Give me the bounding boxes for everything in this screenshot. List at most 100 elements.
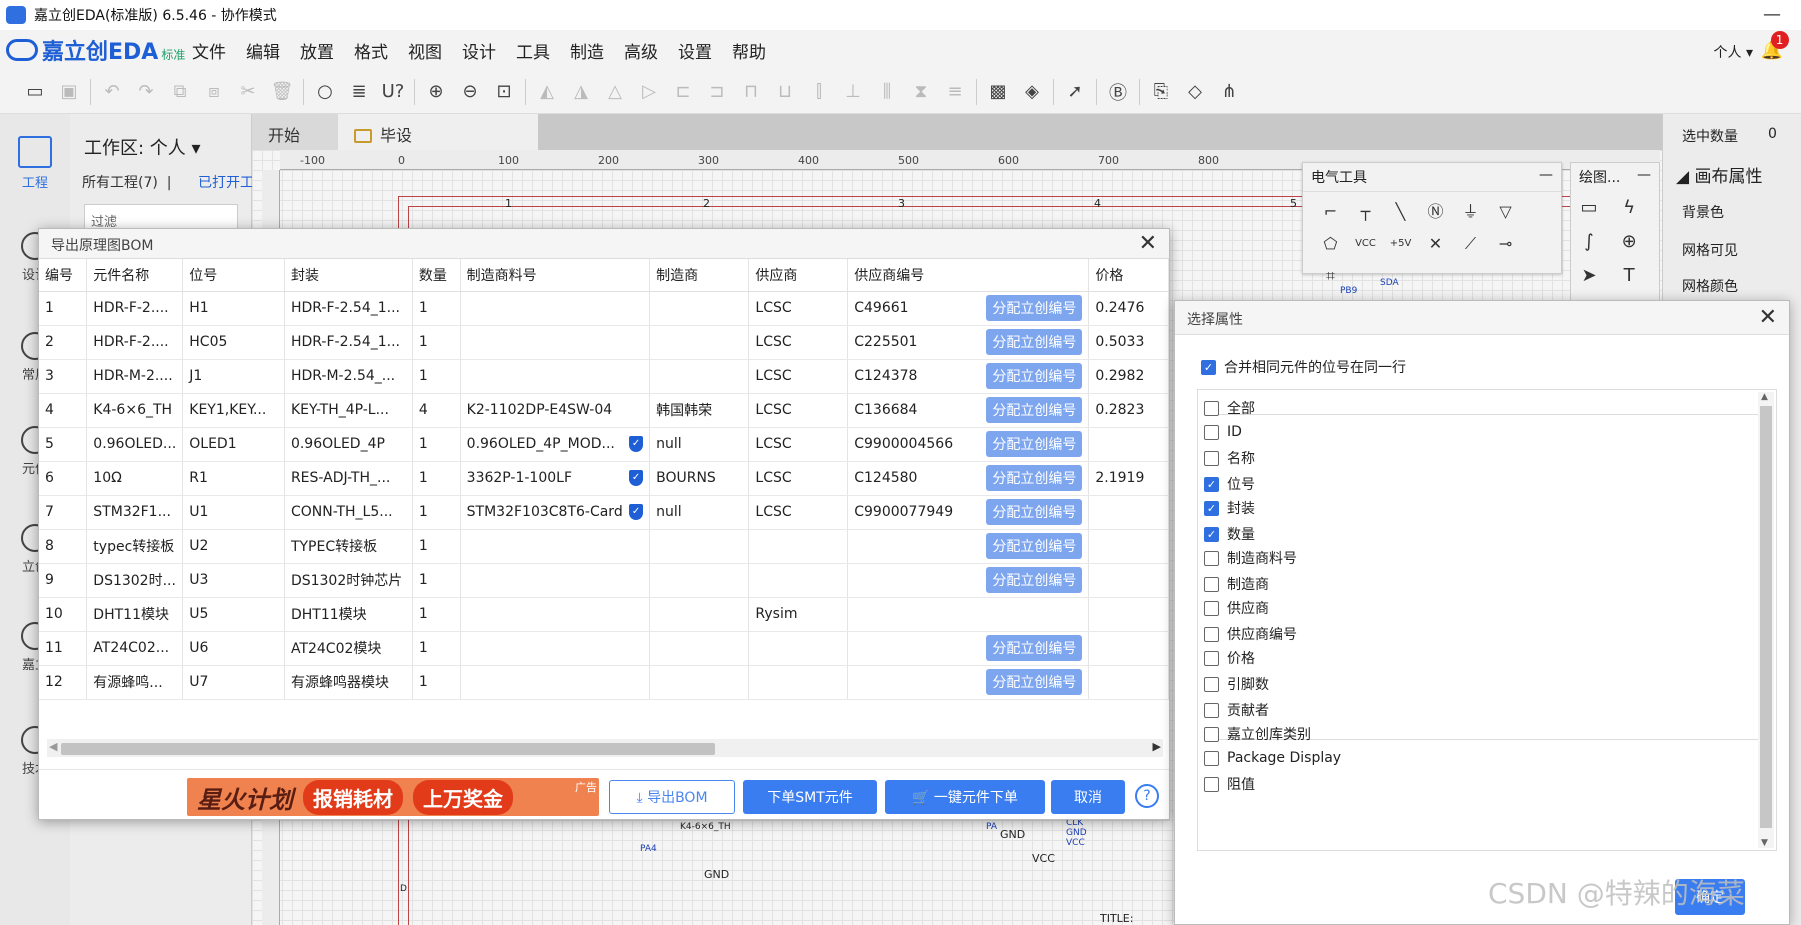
table-row[interactable]: 8 typec转接板 U2 TYPEC转接板 1 分配立创编号 [39, 529, 1169, 564]
checkbox[interactable] [1204, 424, 1219, 440]
all-projects-link[interactable]: 所有工程(7) | [82, 172, 171, 192]
save-icon[interactable]: ▣ [52, 77, 86, 107]
netport-icon[interactable]: ⬠ [1313, 228, 1348, 260]
collapse-icon[interactable]: — [1539, 167, 1553, 183]
col-header-name[interactable]: 元件名称 [86, 259, 184, 292]
property-item[interactable]: 全部 [1204, 398, 1255, 418]
scroll-up-icon[interactable]: ▲ [1761, 392, 1768, 402]
checkbox[interactable] [1204, 702, 1219, 718]
redo-icon[interactable]: ↷ [129, 77, 163, 107]
cancel-button[interactable]: 取消 [1051, 780, 1125, 814]
assign-lcsc-button[interactable]: 分配立创编号 [986, 567, 1083, 593]
arrow-icon[interactable]: ➤ [1571, 259, 1607, 293]
bus-icon[interactable]: ┬ [1348, 196, 1383, 228]
checkbox[interactable] [1204, 676, 1219, 692]
menu-advanced[interactable]: 高级 [624, 38, 658, 63]
distribute-icon[interactable]: ≡ [938, 77, 972, 107]
close-icon[interactable]: ✕ [1139, 231, 1157, 256]
tab-bishe[interactable]: 毕设 [338, 114, 538, 150]
property-item[interactable]: 引脚数 [1204, 674, 1269, 694]
property-item[interactable]: 价格 [1204, 648, 1255, 668]
align-bottom-icon[interactable]: ⊔ [768, 77, 802, 107]
zoom-in-icon[interactable]: ⊕ [419, 77, 453, 107]
property-item[interactable]: Package Display [1204, 750, 1341, 766]
one-click-order-button[interactable]: 🛒 一键元件下单 [885, 780, 1045, 814]
menu-place[interactable]: 放置 [300, 38, 334, 63]
assign-lcsc-button[interactable]: 分配立创编号 [986, 635, 1083, 661]
col-header-manufacturer[interactable]: 制造商 [649, 259, 750, 292]
snapshot-icon[interactable]: ▩ [981, 77, 1015, 107]
user-menu[interactable]: 个人 ▾ [1714, 42, 1753, 62]
property-item[interactable]: 嘉立创库类别 [1204, 724, 1311, 744]
checkbox[interactable] [1204, 776, 1219, 792]
search-icon[interactable]: ○ [308, 77, 342, 107]
col-header-qty[interactable]: 数量 [412, 259, 461, 292]
assign-lcsc-button[interactable]: 分配立创编号 [986, 533, 1083, 559]
table-row[interactable]: 12 有源蜂鸣... U7 有源蜂鸣器模块 1 分配立创编号 [39, 665, 1169, 700]
checkbox[interactable] [1204, 626, 1219, 642]
probe-icon[interactable]: ⟋ [1453, 228, 1488, 260]
menu-fabrication[interactable]: 制造 [570, 38, 604, 63]
5v-icon[interactable]: +5V [1383, 228, 1418, 260]
cut-icon[interactable]: ✂ [231, 77, 265, 107]
assign-lcsc-button[interactable]: 分配立创编号 [986, 669, 1083, 695]
table-row[interactable]: 2 HDR-F-2.... HC05 HDR-F-2.54_1... 1 LCSC C225… [39, 325, 1169, 360]
menu-edit[interactable]: 编辑 [246, 38, 280, 63]
align-left-icon[interactable]: ⊏ [666, 77, 700, 107]
image-icon[interactable]: ▭ [1571, 191, 1607, 225]
checkbox[interactable] [1204, 600, 1219, 616]
help-icon[interactable]: ? [1135, 784, 1159, 808]
property-item[interactable]: ✓ 位号 [1204, 474, 1255, 494]
canvas-props-header[interactable]: ◢ 画布属性 [1676, 162, 1762, 187]
assign-lcsc-button[interactable]: 分配立创编号 [986, 397, 1083, 423]
share-icon[interactable]: ⋔ [1212, 77, 1246, 107]
assign-lcsc-button[interactable]: 分配立创编号 [986, 465, 1083, 491]
property-item[interactable]: ✓ 数量 [1204, 524, 1255, 544]
export-bom-button[interactable]: ⤓ 导出BOM [609, 780, 735, 814]
property-item[interactable]: 名称 [1204, 448, 1255, 468]
line-icon[interactable]: ╲ [1383, 196, 1418, 228]
table-row[interactable]: 11 AT24C02... U6 AT24C02模块 1 分配立创编号 [39, 631, 1169, 666]
checkbox[interactable] [1204, 400, 1219, 416]
paste-icon[interactable]: ⧈ [197, 77, 231, 107]
checkbox[interactable] [1204, 650, 1219, 666]
scroll-down-icon[interactable]: ▼ [1761, 838, 1768, 848]
distribute-h-icon[interactable]: ⫼ [870, 77, 904, 107]
table-row[interactable]: 3 HDR-M-2.... J1 HDR-M-2.54_... 1 LCSC C124378… [39, 359, 1169, 394]
table-row[interactable]: 10 DHT11模块 U5 DHT11模块 1 Rysim [39, 597, 1169, 632]
property-item[interactable]: 制造商 [1204, 574, 1269, 594]
menu-settings[interactable]: 设置 [678, 38, 712, 63]
align-top-icon[interactable]: ⊓ [734, 77, 768, 107]
property-item[interactable]: 制造商料号 [1204, 548, 1297, 568]
col-header-price[interactable]: 价格 [1088, 259, 1169, 292]
netlabel-icon[interactable]: Ⓝ [1418, 196, 1453, 228]
tab-start[interactable]: 开始 [252, 114, 338, 150]
opened-projects-link[interactable]: 已打开工 [198, 172, 254, 192]
property-item[interactable]: 阻值 [1204, 774, 1255, 794]
notification-bell-icon[interactable]: 🔔 1 [1761, 31, 1789, 61]
cross-probe-icon[interactable]: U? [376, 77, 410, 107]
component-icon[interactable]: ⌗ [1313, 260, 1348, 292]
table-row[interactable]: 7 STM32F1... U1 CONN-TH_L5... 1 STM32F103C8T6… [39, 495, 1169, 530]
rotate-right-icon[interactable]: ◮ [564, 77, 598, 107]
zoom-out-icon[interactable]: ⊖ [453, 77, 487, 107]
menu-tools[interactable]: 工具 [516, 38, 550, 63]
collapse-icon[interactable]: — [1637, 167, 1651, 183]
menu-help[interactable]: 帮助 [732, 38, 766, 63]
table-row[interactable]: 9 DS1302时... U3 DS1302时钟芯片 1 分配立创编号 [39, 563, 1169, 598]
minimize-button[interactable]: — [1763, 4, 1781, 25]
workspace-selector[interactable]: 工作区: 个人 ▾ [84, 134, 201, 160]
ad-banner[interactable]: 星火计划 报销耗材 上万奖金 广告 [187, 778, 599, 816]
property-item[interactable]: 供应商编号 [1204, 624, 1297, 644]
table-row[interactable]: 4 K4-6×6_TH KEY1,KEY... KEY-TH_4P-L... 4 K2-1… [39, 393, 1169, 428]
vcc-icon[interactable]: VCC [1348, 228, 1383, 260]
table-row[interactable]: 1 HDR-F-2.... H1 HDR-F-2.54_1... 1 LCSC C49661… [39, 291, 1169, 326]
bolt-icon[interactable]: ϟ [1611, 191, 1647, 225]
horizontal-scrollbar[interactable]: ◀ ▶ [47, 739, 1163, 757]
table-row[interactable]: 5 0.96OLED... OLED1 0.96OLED_4P 1 0.96OLED_4P… [39, 427, 1169, 462]
power-icon[interactable]: ▽ [1488, 196, 1523, 228]
checkbox-checked[interactable]: ✓ [1204, 500, 1219, 516]
layers-icon[interactable]: ◈ [1015, 77, 1049, 107]
rotate-left-icon[interactable]: ◭ [530, 77, 564, 107]
checkbox[interactable] [1204, 450, 1219, 466]
